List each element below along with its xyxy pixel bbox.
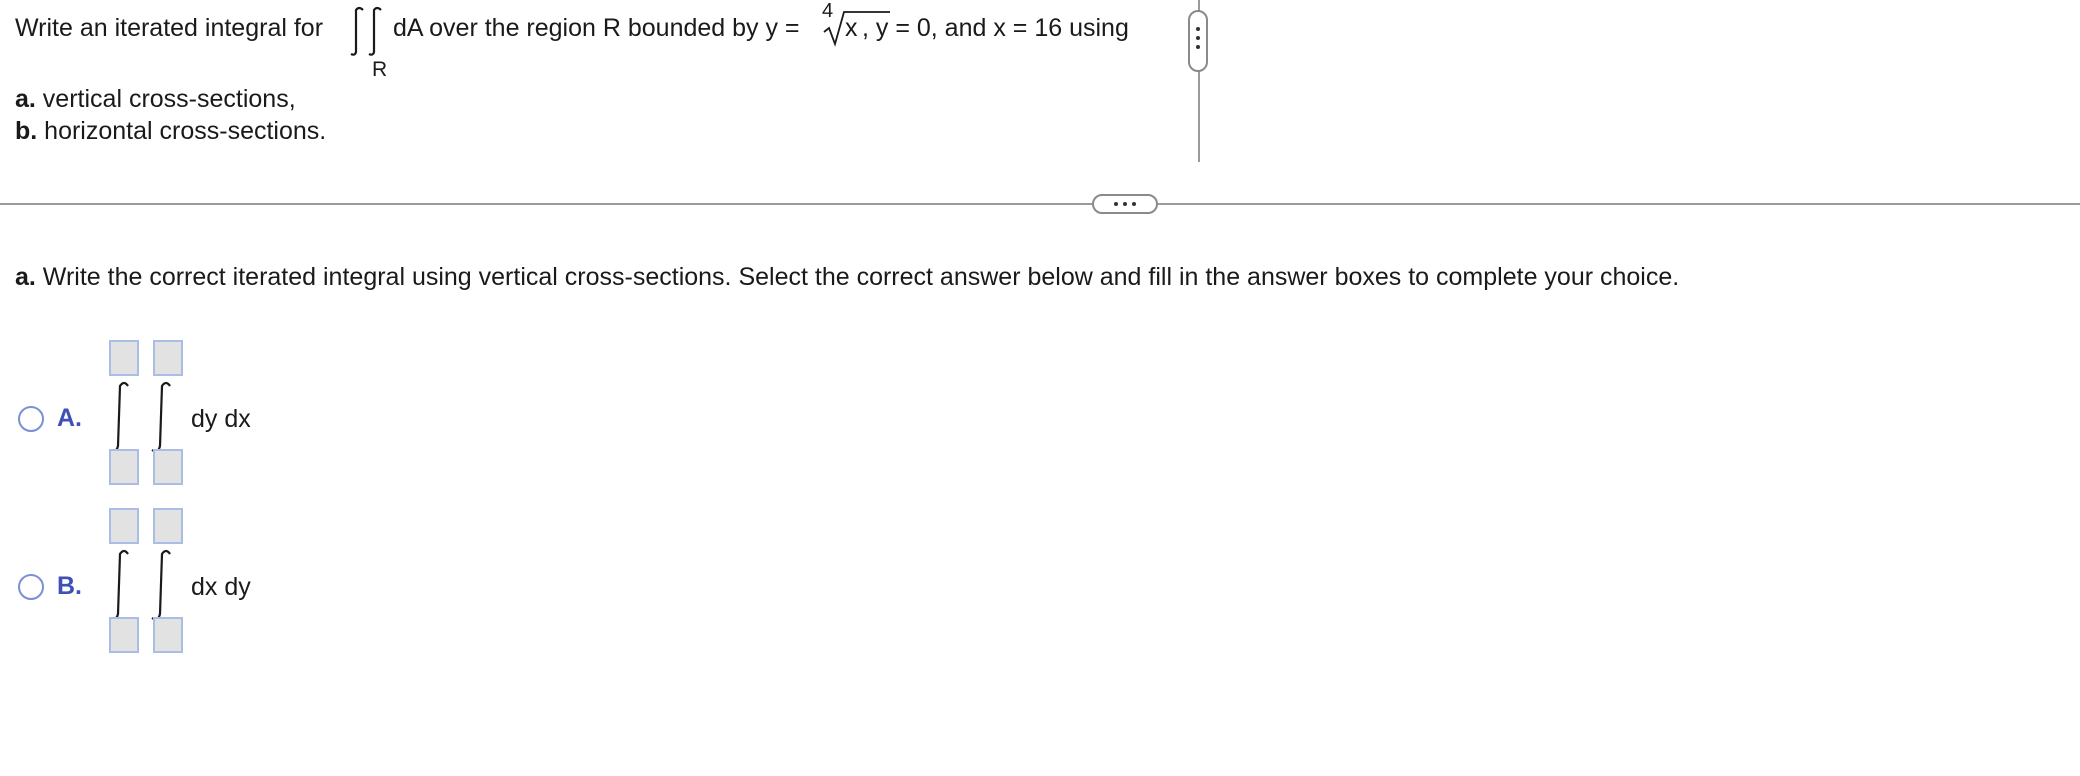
option-a-letter: A. xyxy=(57,404,82,432)
option-b-differentials: dx dy xyxy=(191,573,251,601)
option-a-inner-lower-limit[interactable] xyxy=(153,449,183,485)
option-b-radio[interactable] xyxy=(18,574,44,600)
item-b-text: horizontal cross-sections. xyxy=(37,117,327,145)
option-a-outer-lower-limit[interactable] xyxy=(109,449,139,485)
question-suffix: , y = 0, and x = 16 using xyxy=(862,14,1129,42)
part-a-prompt: a. Write the correct iterated integral u… xyxy=(15,262,1679,292)
question-prefix: Write an iterated integral for xyxy=(15,14,324,42)
item-a-letter: a. xyxy=(15,85,36,113)
part-a-letter: a. xyxy=(15,263,36,291)
option-b-outer-upper-limit[interactable] xyxy=(109,508,139,544)
option-a-radio[interactable] xyxy=(18,406,44,432)
option-b-letter: B. xyxy=(57,572,82,600)
item-b: b. horizontal cross-sections. xyxy=(15,116,326,146)
option-b-inner-upper-limit[interactable] xyxy=(153,508,183,544)
horizontal-resize-handle[interactable] xyxy=(1092,194,1158,214)
option-b-inner-lower-limit[interactable] xyxy=(153,617,183,653)
question-middle: dA over the region R bounded by y = xyxy=(393,14,800,42)
item-a-text: vertical cross-sections, xyxy=(35,85,296,113)
option-b-outer-lower-limit[interactable] xyxy=(109,617,139,653)
item-a: a. vertical cross-sections, xyxy=(15,84,296,114)
part-a-text: Write the correct iterated integral usin… xyxy=(35,263,1680,291)
option-a-outer-upper-limit[interactable] xyxy=(109,340,139,376)
region-label: R xyxy=(372,58,388,81)
horizontal-divider xyxy=(0,203,2080,205)
option-b-integral-signs xyxy=(109,549,171,621)
option-a-integral-signs xyxy=(109,381,171,453)
vertical-resize-handle[interactable] xyxy=(1188,10,1208,72)
option-a-differentials: dy dx xyxy=(191,405,251,433)
option-a-inner-upper-limit[interactable] xyxy=(153,340,183,376)
radicand: x xyxy=(845,14,858,42)
item-b-letter: b. xyxy=(15,117,38,145)
double-integral-symbol xyxy=(350,6,382,56)
